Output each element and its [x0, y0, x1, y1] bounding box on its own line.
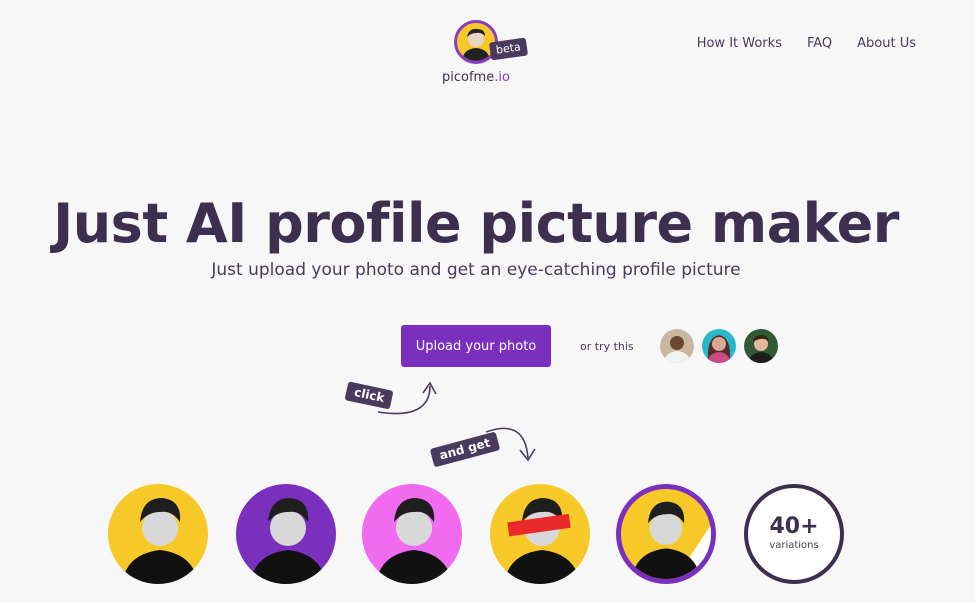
logo[interactable]: beta picofme.io: [440, 18, 540, 90]
sample-photo-3[interactable]: [744, 329, 778, 363]
person-icon: [504, 498, 580, 584]
logo-tld: .io: [494, 70, 510, 85]
and-get-tag: and get: [429, 431, 501, 468]
nav-about-us[interactable]: About Us: [857, 36, 916, 51]
top-nav: How It Works FAQ About Us: [697, 36, 916, 51]
person-icon: [250, 498, 326, 584]
person-icon: [376, 498, 452, 584]
result-avatar-redband: [490, 484, 590, 584]
click-tag: click: [344, 381, 394, 410]
or-try-label: or try this: [580, 340, 634, 353]
result-avatar-framed: [616, 484, 716, 584]
sample-photo-2[interactable]: [702, 329, 736, 363]
person-icon: [122, 498, 198, 584]
variations-label: variations: [769, 540, 819, 551]
person-icon: [631, 501, 711, 579]
person-icon: [748, 335, 774, 363]
person-icon: [663, 336, 691, 363]
upload-photo-button[interactable]: Upload your photo: [401, 325, 551, 367]
nav-faq[interactable]: FAQ: [807, 36, 832, 51]
hero-subtitle: Just upload your photo and get an eye-ca…: [211, 260, 741, 280]
result-avatar-pink: [362, 484, 462, 584]
logo-name: picofme: [442, 70, 495, 85]
result-avatar-purple: [236, 484, 336, 584]
variations-count: 40+: [769, 514, 819, 539]
hero-title: Just AI profile picture maker: [53, 192, 899, 255]
logo-text: picofme.io: [442, 70, 510, 85]
beta-badge: beta: [488, 37, 528, 61]
result-avatar-yellow: [108, 484, 208, 584]
nav-how-it-works[interactable]: How It Works: [697, 36, 782, 51]
variations-badge: 40+ variations: [744, 484, 844, 584]
person-icon: [707, 335, 731, 363]
sample-photo-1[interactable]: [660, 329, 694, 363]
